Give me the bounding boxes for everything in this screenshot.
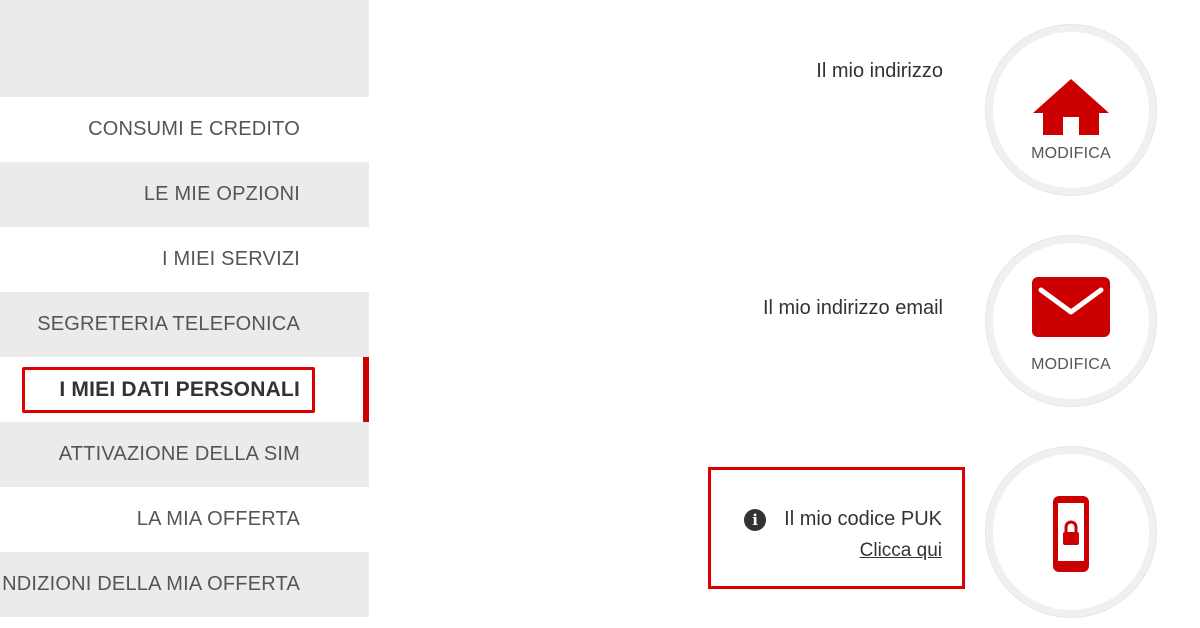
modifica-label: MODIFICA: [1031, 356, 1111, 373]
puk-title: i Il mio codice PUK: [744, 508, 942, 531]
sidebar-item-attivazione-della-sim[interactable]: ATTIVAZIONE DELLA SIM: [0, 422, 369, 487]
modifica-label: MODIFICA: [1031, 145, 1111, 162]
page: CONSUMI E CREDITO LE MIE OPZIONI I MIEI …: [0, 0, 1200, 628]
sidebar-item-label: I MIEI SERVIZI: [161, 248, 300, 270]
home-icon: [1033, 79, 1109, 135]
info-icon[interactable]: i: [744, 508, 767, 531]
sidebar-item-label: ATTIVAZIONE DELLA SIM: [58, 443, 300, 465]
sidebar-item-label: LA MIA OFFERTA: [136, 508, 300, 530]
sidebar-nav: CONSUMI E CREDITO LE MIE OPZIONI I MIEI …: [0, 0, 369, 628]
sidebar-item-la-mia-offerta[interactable]: LA MIA OFFERTA: [0, 487, 369, 552]
active-indicator: [363, 357, 369, 422]
sidebar-item-condizioni-della-mia-offerta[interactable]: NDIZIONI DELLA MIA OFFERTA: [0, 552, 369, 617]
sidebar-header: [0, 0, 369, 97]
puk-button[interactable]: [986, 447, 1156, 617]
puk-link[interactable]: Clicca qui: [860, 540, 942, 562]
sidebar-item-consumi-e-credito[interactable]: CONSUMI E CREDITO: [0, 97, 369, 162]
email-label: Il mio indirizzo email: [762, 297, 943, 319]
edit-email-button[interactable]: MODIFICA: [986, 236, 1156, 406]
sidebar-item-le-mie-opzioni[interactable]: LE MIE OPZIONI: [0, 162, 369, 227]
sidebar-item-label: SEGRETERIA TELEFONICA: [37, 313, 300, 335]
sidebar-item-segreteria-telefonica[interactable]: SEGRETERIA TELEFONICA: [0, 292, 369, 357]
highlight-box: [22, 367, 315, 413]
envelope-icon: [1032, 277, 1110, 337]
edit-address-button[interactable]: MODIFICA: [986, 25, 1156, 195]
sidebar-item-label: LE MIE OPZIONI: [143, 183, 300, 205]
sidebar-item-label: CONSUMI E CREDITO: [88, 118, 300, 140]
sidebar-item-i-miei-servizi[interactable]: I MIEI SERVIZI: [0, 227, 369, 292]
address-label: Il mio indirizzo: [816, 60, 943, 82]
sidebar-item-label: NDIZIONI DELLA MIA OFFERTA: [2, 573, 300, 595]
sidebar-item-i-miei-dati-personali[interactable]: I MIEI DATI PERSONALI: [0, 357, 369, 422]
puk-label: Il mio codice PUK: [784, 508, 942, 530]
puk-highlight-box: i Il mio codice PUK Clicca qui: [708, 467, 965, 589]
phone-lock-icon: [1053, 496, 1089, 572]
